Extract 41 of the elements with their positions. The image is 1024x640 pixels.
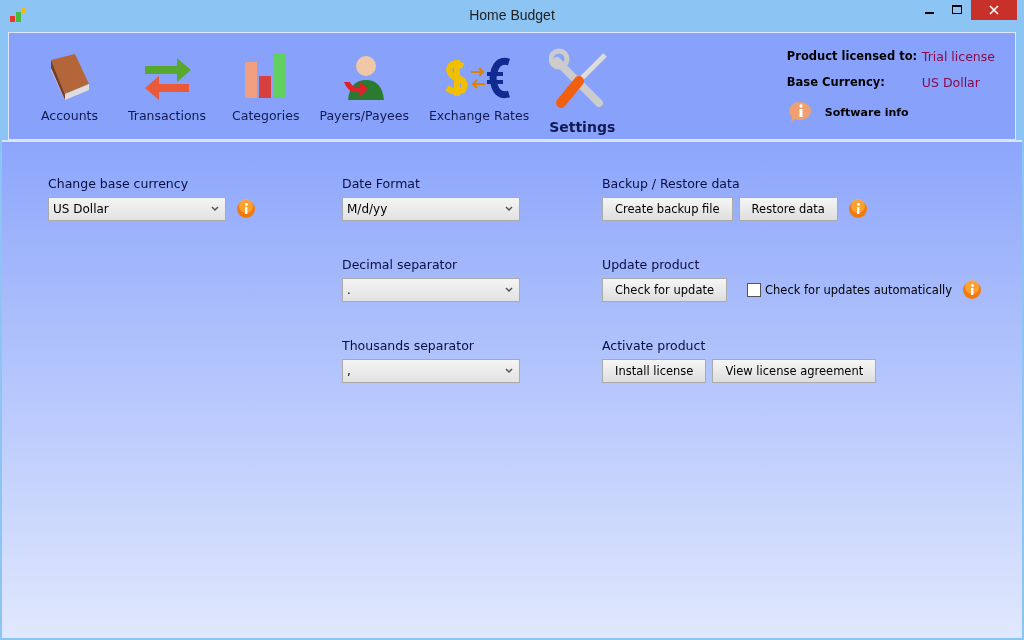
section-label: Activate product bbox=[602, 338, 707, 353]
license-label: Base Currency: bbox=[786, 75, 886, 89]
nav-tab[interactable]: Categories bbox=[222, 39, 310, 139]
info-icon[interactable] bbox=[962, 280, 983, 300]
info-icon[interactable] bbox=[847, 199, 868, 219]
dropdown[interactable]: US Dollar bbox=[48, 197, 226, 221]
action-button[interactable]: Check for update bbox=[602, 278, 728, 302]
chevron-down-icon bbox=[505, 206, 513, 212]
action-button[interactable]: View license agreement bbox=[712, 359, 877, 383]
section-label: Thousands separator bbox=[342, 338, 475, 353]
chevron-down-icon bbox=[505, 368, 513, 374]
nav-tab[interactable]: Accounts bbox=[31, 39, 108, 139]
nav-tab[interactable]: Exchange Rates bbox=[418, 39, 540, 139]
chevron-down-icon bbox=[505, 287, 513, 293]
action-button[interactable]: Restore data bbox=[738, 197, 838, 221]
close-icon bbox=[989, 5, 999, 15]
license-value: US Dollar bbox=[921, 74, 980, 90]
window-title: Home Budget bbox=[469, 7, 555, 23]
auto-update-checkbox[interactable]: Check for updates automatically bbox=[747, 283, 953, 297]
nav-tab[interactable]: Transactions bbox=[118, 39, 216, 139]
dropdown[interactable]: . bbox=[342, 278, 520, 302]
nav-tab[interactable]: Payers/Payees bbox=[309, 39, 419, 139]
chevron-down-icon bbox=[211, 206, 219, 212]
section-label: Decimal separator bbox=[342, 257, 459, 272]
maximize-icon bbox=[952, 5, 962, 15]
nav-tab[interactable]: Settings bbox=[539, 39, 626, 139]
section-label: Update product bbox=[602, 257, 701, 272]
license-value: Trial license bbox=[921, 48, 995, 64]
license-label: Product licensed to: bbox=[786, 49, 919, 63]
section-label: Date Format bbox=[342, 176, 421, 191]
minimize-icon bbox=[924, 12, 934, 14]
action-button[interactable]: Create backup file bbox=[602, 197, 733, 221]
app-icon bbox=[9, 7, 27, 23]
dropdown[interactable]: , bbox=[342, 359, 520, 383]
action-button[interactable]: Install license bbox=[602, 359, 707, 383]
software-info-link[interactable]: Software info bbox=[824, 105, 909, 119]
section-label: Change base currency bbox=[48, 176, 190, 191]
dropdown[interactable]: M/d/yy bbox=[342, 197, 520, 221]
section-label: Backup / Restore data bbox=[602, 176, 741, 191]
info-icon[interactable] bbox=[236, 199, 256, 219]
info-bubble-icon bbox=[788, 101, 813, 123]
